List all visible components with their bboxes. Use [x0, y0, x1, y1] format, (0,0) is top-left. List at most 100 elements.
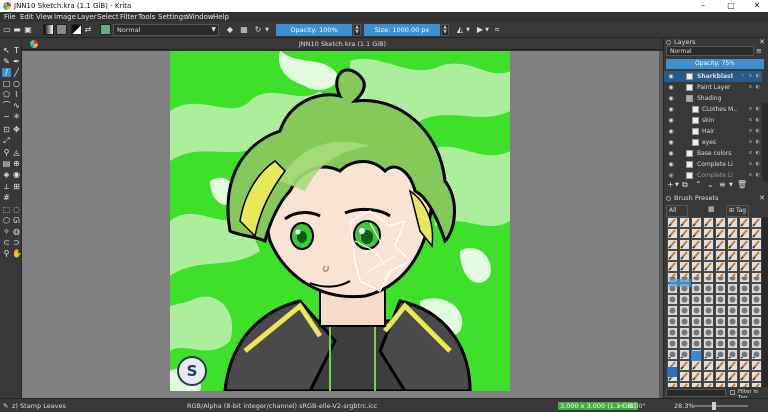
bezier-select-icon[interactable]: ⊂: [2, 238, 11, 247]
reload-preset-icon[interactable]: ↻: [253, 25, 263, 35]
swap-colors-icon[interactable]: ⇄: [84, 25, 92, 35]
artwork-canvas[interactable]: S: [170, 51, 510, 391]
menu-image[interactable]: Image: [54, 12, 76, 22]
menu-window[interactable]: Window: [186, 12, 214, 22]
crop-tool-icon[interactable]: ⊡: [2, 125, 11, 134]
layer-row[interactable]: ◉ CLothes M... α ◐: [664, 104, 762, 115]
grid-tool-icon[interactable]: #: [2, 193, 11, 202]
layer-blend-select[interactable]: Normal: [666, 46, 754, 56]
brush-search-input[interactable]: [666, 389, 726, 397]
wrap-around-icon[interactable]: ⌗: [493, 25, 501, 35]
layers-scrollbar[interactable]: [762, 103, 768, 181]
bezier-curve-icon[interactable]: ⌒: [2, 101, 11, 110]
polyline-tool-icon[interactable]: ⌇: [12, 90, 21, 99]
float-docker-icon[interactable]: [666, 196, 671, 201]
contiguous-select-icon[interactable]: ✧: [2, 227, 11, 236]
layer-flags-icon[interactable]: α ◐: [749, 126, 761, 137]
opacity-slider[interactable]: Opacity: 100%: [276, 24, 352, 36]
select-shapes-icon[interactable]: ↖: [2, 46, 11, 55]
layer-row[interactable]: ◉ Base colors α ◐: [664, 148, 762, 159]
zoom-tool-icon[interactable]: ⚲: [2, 249, 11, 258]
filter-in-tag-checkbox[interactable]: [730, 390, 735, 395]
magnetic-select-icon[interactable]: ⊃: [12, 238, 21, 247]
move-layer-up-icon[interactable]: ⌃: [695, 180, 702, 190]
menu-tools[interactable]: Tools: [138, 12, 155, 22]
brush-preset-grid[interactable]: [667, 217, 761, 387]
delete-layer-icon[interactable]: 🗑: [737, 180, 747, 190]
menu-file[interactable]: File: [4, 12, 16, 22]
eye-icon[interactable]: ◉: [667, 137, 675, 148]
zoom-slider[interactable]: [694, 405, 748, 407]
menu-select[interactable]: Select: [97, 12, 119, 22]
chevron-down-icon[interactable]: ▼: [729, 180, 733, 190]
reference-tool-icon[interactable]: ⊞: [12, 182, 21, 191]
freehand-path-icon[interactable]: ∿: [12, 101, 21, 110]
layer-flags-icon[interactable]: α ◐: [749, 137, 761, 148]
move-tool-icon[interactable]: ✥: [12, 125, 21, 134]
eye-icon[interactable]: ◉: [667, 82, 675, 93]
save-icon[interactable]: ▣: [24, 25, 32, 35]
rect-select-icon[interactable]: ⬚: [2, 205, 11, 214]
measure-tool-icon[interactable]: ⟂: [2, 182, 11, 191]
mirror-vertical-icon[interactable]: ▶: [476, 25, 484, 35]
layer-row[interactable]: ◉ Complete Li... α ◐: [664, 159, 762, 170]
mirror-horizontal-icon[interactable]: ◭: [456, 25, 464, 35]
menu-help[interactable]: Help: [213, 12, 229, 22]
brush-presets-scrollbar[interactable]: [762, 217, 768, 387]
eye-icon[interactable]: ◉: [667, 148, 675, 159]
gradient-tool-icon[interactable]: ▤: [2, 159, 11, 168]
chevron-down-icon[interactable]: ▼: [675, 180, 679, 190]
layer-flags-icon[interactable]: ✓ α ◐: [741, 71, 761, 82]
layer-row[interactable]: ◉ Shading: [664, 93, 762, 104]
open-folder-icon[interactable]: ▬: [13, 25, 21, 35]
eye-icon[interactable]: ◉: [667, 159, 675, 170]
layer-row[interactable]: ◉ Paint Layer 21 α ◐: [664, 82, 762, 93]
brush-tag-button[interactable]: ⊞ Tag: [726, 205, 750, 217]
move-layer-down-icon[interactable]: ⌄: [707, 180, 714, 190]
float-docker-icon[interactable]: [666, 40, 671, 45]
menu-view[interactable]: View: [36, 12, 53, 22]
dynamic-brush-icon[interactable]: ~: [2, 112, 11, 121]
close-docker-icon[interactable]: ✕: [759, 194, 765, 203]
chevron-down-icon[interactable]: ▼: [264, 25, 270, 35]
layer-row[interactable]: ◉ eyes α ◐: [664, 137, 762, 148]
layer-row[interactable]: ◉ Sharkblast... ✓ α ◐: [664, 71, 762, 82]
chevron-down-icon[interactable]: ▼: [465, 25, 471, 35]
layer-properties-button-icon[interactable]: ≡: [719, 180, 726, 190]
eraser-icon[interactable]: ◆: [225, 25, 235, 35]
polygon-select-icon[interactable]: ⬡: [2, 216, 11, 225]
blend-mode-select[interactable]: Normal ▼: [113, 24, 219, 36]
fill-tool-icon[interactable]: ◈: [2, 170, 11, 179]
preserve-alpha-icon[interactable]: ▦: [239, 25, 249, 35]
duplicate-layer-icon[interactable]: ⧉: [682, 180, 688, 190]
layer-flags-icon[interactable]: α ◐: [749, 104, 761, 115]
eye-icon[interactable]: ◉: [667, 93, 675, 104]
canvas-area[interactable]: S: [22, 51, 659, 398]
color-picker-icon[interactable]: ⚲: [2, 148, 11, 157]
freehand-select-icon[interactable]: ᘏ: [12, 216, 21, 225]
assistant-tool-icon[interactable]: ◬: [12, 148, 21, 157]
close-icon[interactable]: ✕: [744, 0, 768, 12]
transform-tool-icon[interactable]: ⤢: [2, 136, 11, 145]
rectangle-tool-icon[interactable]: □: [2, 79, 11, 88]
size-spinner[interactable]: ▲ ▼: [441, 24, 449, 36]
ellipse-select-icon[interactable]: ◌: [12, 205, 21, 214]
gradient-swatch[interactable]: [43, 24, 54, 35]
eye-icon[interactable]: ◉: [667, 126, 675, 137]
maximize-icon[interactable]: ▢: [718, 0, 744, 12]
close-docker-icon[interactable]: ✕: [759, 38, 765, 47]
line-tool-icon[interactable]: ╱: [12, 68, 21, 77]
layer-flags-icon[interactable]: α ◐: [749, 148, 761, 159]
multibrush-icon[interactable]: ✳: [12, 112, 21, 121]
menu-settings[interactable]: Settings: [158, 12, 187, 22]
document-tab-title[interactable]: JNN10 Sketch.kra (1.1 GiB): [22, 40, 663, 48]
menu-layer[interactable]: Layer: [77, 12, 97, 22]
ellipse-tool-icon[interactable]: ○: [12, 79, 21, 88]
menu-filter[interactable]: Filter: [120, 12, 137, 22]
fg-bg-color-swatch[interactable]: [71, 24, 82, 35]
new-document-icon[interactable]: ▭: [3, 25, 11, 35]
zoom-slider-handle[interactable]: [712, 402, 716, 410]
text-tool-icon[interactable]: T: [12, 46, 21, 55]
layer-properties-icon[interactable]: ≡: [756, 47, 762, 55]
brush-filter-select[interactable]: All: [666, 205, 688, 217]
